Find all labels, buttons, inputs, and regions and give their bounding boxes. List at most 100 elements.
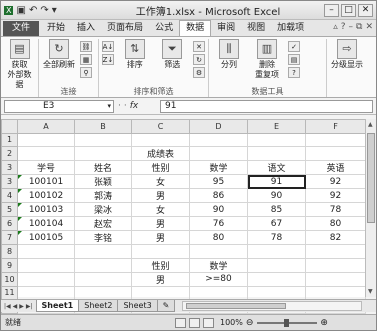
page-break-view-icon[interactable] (203, 317, 214, 328)
horizontal-scroll-thumb[interactable] (186, 303, 287, 309)
cell[interactable] (247, 132, 306, 147)
tab-home[interactable]: 开始 (41, 21, 71, 36)
undo-icon[interactable]: ↶ (29, 5, 37, 16)
cell[interactable]: 数学 (189, 257, 248, 273)
row-header[interactable]: 4 (1, 188, 18, 203)
cell[interactable]: 语文 (247, 160, 306, 175)
refresh-all-button[interactable]: ↻ 全部刷新 (42, 39, 76, 70)
edit-links-icon[interactable]: ⚲ (80, 67, 92, 78)
cell[interactable] (131, 132, 190, 147)
tab-formulas[interactable]: 公式 (149, 21, 179, 36)
cell[interactable]: 80 (189, 230, 248, 245)
row-header[interactable]: 3 (1, 160, 18, 175)
ribbon-minimize-icon[interactable]: ▵ (333, 22, 338, 32)
data-validation-icon[interactable]: ✓ (288, 41, 300, 52)
cell[interactable]: 男 (131, 271, 190, 287)
row-header[interactable]: 2 (1, 146, 18, 161)
zoom-in-icon[interactable]: ⊕ (320, 318, 328, 328)
sheet-tab-sheet3[interactable]: Sheet3 (117, 300, 158, 312)
cell[interactable] (131, 285, 190, 300)
cell[interactable] (305, 257, 366, 273)
sort-descending-icon[interactable]: Z↓ (102, 54, 114, 65)
cell[interactable]: 张颖 (74, 174, 132, 189)
workbook-close-icon[interactable]: ✕ (365, 22, 373, 32)
row-header[interactable]: 1 (1, 132, 18, 147)
cell[interactable]: 92 (305, 174, 366, 189)
cell[interactable]: 性别 (131, 160, 190, 175)
cell[interactable]: 100104 (17, 216, 75, 231)
row-header[interactable]: 10 (1, 271, 18, 287)
column-header[interactable]: F (305, 119, 366, 134)
filter-button[interactable]: ⏷ 筛选 (156, 39, 190, 70)
cell[interactable] (74, 244, 132, 259)
reapply-filter-icon[interactable]: ↻ (193, 54, 205, 65)
formula-input[interactable]: 91 (160, 99, 373, 113)
tab-insert[interactable]: 插入 (71, 21, 101, 36)
cell[interactable]: 女 (131, 174, 190, 189)
clear-filter-icon[interactable]: ✕ (193, 41, 205, 52)
column-header[interactable]: A (17, 119, 75, 134)
cell[interactable] (247, 285, 306, 300)
cell[interactable]: 100105 (17, 230, 75, 245)
workbook-minimize-icon[interactable]: – (349, 22, 354, 32)
cell[interactable]: 100101 (17, 174, 75, 189)
row-header[interactable]: 11 (1, 285, 18, 300)
normal-view-icon[interactable] (175, 317, 186, 328)
sheet-tab-sheet2[interactable]: Sheet2 (78, 300, 119, 312)
tab-review[interactable]: 审阅 (211, 21, 241, 36)
maximize-icon[interactable]: □ (341, 3, 356, 17)
cell[interactable] (305, 146, 366, 161)
cell[interactable]: 郭涛 (74, 188, 132, 203)
cell[interactable] (247, 244, 306, 259)
connections-icon[interactable]: ⛓ (80, 41, 92, 52)
scroll-down-icon[interactable]: ▼ (368, 288, 373, 295)
cell[interactable]: 85 (247, 202, 306, 217)
cell[interactable]: 78 (247, 230, 306, 245)
cell[interactable] (17, 271, 75, 287)
text-to-columns-button[interactable]: ⫼ 分列 (212, 39, 246, 70)
cell[interactable]: 学号 (17, 160, 75, 175)
cell[interactable]: 86 (189, 188, 248, 203)
cell[interactable]: 78 (305, 202, 366, 217)
sort-button[interactable]: ⇅ 排序 (118, 39, 152, 70)
cell[interactable]: 赵宏 (74, 216, 132, 231)
name-box-dropdown-icon[interactable]: ▾ (107, 101, 111, 112)
cell[interactable]: 92 (305, 188, 366, 203)
cell[interactable] (189, 132, 248, 147)
tab-addins[interactable]: 加载项 (271, 21, 310, 36)
what-if-icon[interactable]: ? (288, 67, 300, 78)
properties-icon[interactable]: ▦ (80, 54, 92, 65)
cell[interactable]: 性别 (131, 257, 190, 273)
horizontal-scrollbar[interactable] (182, 301, 362, 311)
consolidate-icon[interactable]: ▤ (288, 54, 300, 65)
sheet-tab-sheet1[interactable]: Sheet1 (35, 300, 80, 312)
cell[interactable] (189, 146, 248, 161)
workbook-restore-icon[interactable]: ⧉ (356, 22, 362, 32)
cell[interactable]: 男 (131, 188, 190, 203)
cell[interactable]: 100103 (17, 202, 75, 217)
cell[interactable]: 数学 (189, 160, 248, 175)
row-header[interactable]: 3 (1, 174, 18, 189)
cell[interactable]: 90 (247, 188, 306, 203)
name-box[interactable]: E3 ▾ (4, 99, 114, 113)
get-external-data-button[interactable]: ▤ 获取 外部数据 (4, 39, 35, 90)
cell[interactable]: 男 (131, 216, 190, 231)
zoom-slider-knob[interactable] (284, 318, 290, 327)
cell[interactable] (17, 285, 75, 300)
row-header[interactable]: 7 (1, 230, 18, 245)
first-sheet-icon[interactable]: |◀ (4, 303, 11, 310)
customize-qat-icon[interactable]: ▾ (52, 5, 57, 16)
cell[interactable] (17, 244, 75, 259)
cell[interactable]: 100102 (17, 188, 75, 203)
cell[interactable] (74, 257, 132, 273)
cell[interactable]: 67 (247, 216, 306, 231)
cell[interactable] (17, 146, 75, 161)
cell[interactable]: 成绩表 (131, 146, 190, 161)
zoom-slider[interactable] (257, 318, 318, 327)
cell[interactable]: 李铭 (74, 230, 132, 245)
remove-duplicates-button[interactable]: ▥ 删除 重复项 (250, 39, 284, 80)
column-header[interactable]: E (247, 119, 306, 134)
cell[interactable]: 76 (189, 216, 248, 231)
save-icon[interactable]: ▣ (16, 5, 25, 16)
outline-button[interactable]: ⇨ 分级显示 (330, 39, 364, 70)
